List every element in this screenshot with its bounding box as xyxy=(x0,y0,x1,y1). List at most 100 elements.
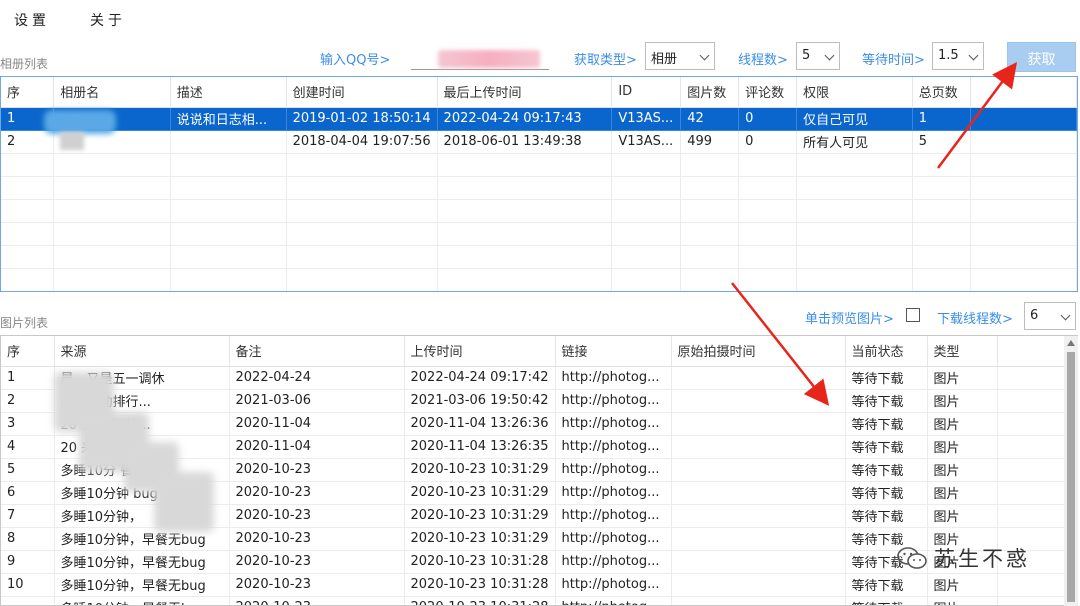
photo-row[interactable]: 多睡10分钟，早餐无bug2020-10-232020-10-23 10:31:… xyxy=(1,596,1066,605)
album-empty-cell xyxy=(1,268,55,291)
photo-cell: 5 xyxy=(1,458,55,482)
album-name-redacted xyxy=(44,110,116,134)
photo-column-header[interactable]: 序 xyxy=(1,336,55,367)
photo-column-header[interactable]: 原始拍摄时间 xyxy=(671,336,846,367)
album-empty-cell xyxy=(53,199,171,223)
album-column-header[interactable]: 图片数 xyxy=(680,77,740,108)
album-empty-cell xyxy=(912,176,971,200)
album-cell: 说说和日志相... xyxy=(170,107,287,131)
photo-cell-spacer xyxy=(997,596,1066,605)
album-table: 序相册名描述创建时间最后上传时间ID图片数评论数权限总页数 1um说说和日志相.… xyxy=(0,76,1078,292)
photo-cell: 2021-03-06 xyxy=(229,389,405,413)
preview-checkbox[interactable] xyxy=(906,308,920,322)
photo-cell-spacer xyxy=(997,435,1066,459)
threads-select[interactable]: 5 xyxy=(796,42,840,70)
photo-cell: 2020-10-23 10:31:29 xyxy=(404,458,556,482)
album-column-header[interactable]: 总页数 xyxy=(912,77,971,108)
menu-settings[interactable]: 设置 xyxy=(14,10,50,30)
photo-column-header[interactable]: 来源 xyxy=(54,336,230,367)
photo-source-redacted xyxy=(54,372,229,542)
photo-column-header[interactable]: 备注 xyxy=(229,336,405,367)
photo-cell: 2020-10-23 xyxy=(229,504,405,528)
photo-cell: 多睡10分钟，早餐无bug xyxy=(54,573,230,597)
album-column-header[interactable]: 权限 xyxy=(796,77,913,108)
photo-column-header[interactable]: 当前状态 xyxy=(845,336,928,367)
album-row[interactable]: 2 2018-04-04 19:07:56 2018-06-01 13:49:38 V… xyxy=(1,130,1077,154)
photo-cell-spacer xyxy=(997,412,1066,436)
menu-bar: 设置 关于 xyxy=(0,0,1080,38)
photo-cell: 2021-03-06 19:50:42 xyxy=(404,389,556,413)
wait-select[interactable]: 1.5 xyxy=(932,42,984,70)
photo-cell: http://photog... xyxy=(555,435,672,459)
photo-cell-spacer xyxy=(997,458,1066,482)
album-column-header[interactable]: 描述 xyxy=(170,77,287,108)
chevron-down-icon xyxy=(824,50,835,61)
scroll-up-icon[interactable] xyxy=(1067,340,1075,346)
photo-cell: 9 xyxy=(1,550,55,574)
fetch-button[interactable]: 获取 xyxy=(1007,42,1076,72)
album-empty-cell xyxy=(912,268,971,291)
album-empty-cell xyxy=(680,268,740,291)
album-empty-cell xyxy=(738,153,798,177)
album-row[interactable]: 1um说说和日志相...2019-01-02 18:50:142022-04-2… xyxy=(1,107,1077,131)
photo-cell: 图片 xyxy=(927,481,998,505)
photo-cell xyxy=(671,550,846,574)
photo-cell xyxy=(671,412,846,436)
album-name-redacted xyxy=(60,132,84,150)
album-cell: 仅自己可见 xyxy=(796,107,913,131)
photo-cell: 多睡10分钟，早餐无bug xyxy=(54,596,230,605)
scroll-thumb[interactable] xyxy=(1067,352,1075,602)
album-empty-cell xyxy=(738,199,798,223)
photo-scrollbar[interactable] xyxy=(1064,336,1078,606)
album-empty-cell xyxy=(53,222,171,246)
album-empty-row xyxy=(1,199,1077,223)
album-cell: 2018-04-04 19:07:56 xyxy=(286,130,438,154)
album-empty-cell xyxy=(1,176,55,200)
album-column-spacer xyxy=(970,77,1077,108)
photo-cell: http://photog... xyxy=(555,550,672,574)
album-empty-cell xyxy=(53,153,171,177)
download-threads-select[interactable]: 6 xyxy=(1024,302,1076,330)
album-cell: V13AS... xyxy=(611,107,682,131)
photo-cell: 2020-11-04 13:26:35 xyxy=(404,435,556,459)
album-cell: 499 xyxy=(680,130,740,154)
photo-cell: 图片 xyxy=(927,504,998,528)
album-column-header[interactable]: 最后上传时间 xyxy=(437,77,613,108)
album-empty-cell xyxy=(796,222,913,246)
album-empty-cell xyxy=(170,199,287,223)
album-empty-row xyxy=(1,153,1077,177)
photo-cell: 图片 xyxy=(927,596,998,605)
album-empty-cell xyxy=(286,245,438,269)
album-empty-cell xyxy=(170,268,287,291)
album-column-header[interactable]: 创建时间 xyxy=(286,77,438,108)
album-empty-cell xyxy=(437,153,613,177)
menu-about[interactable]: 关于 xyxy=(90,10,126,30)
threads-value: 5 xyxy=(802,48,811,63)
photo-column-header[interactable]: 链接 xyxy=(555,336,672,367)
fetch-type-select[interactable]: 相册 xyxy=(645,42,715,70)
photo-column-header[interactable]: 上传时间 xyxy=(404,336,556,367)
album-empty-row xyxy=(1,245,1077,269)
album-column-header[interactable]: 评论数 xyxy=(738,77,798,108)
album-empty-cell xyxy=(286,153,438,177)
album-empty-cell xyxy=(680,222,740,246)
album-column-header[interactable]: 序 xyxy=(1,77,55,108)
photo-cell: 2022-04-24 xyxy=(229,366,405,390)
photo-cell-spacer xyxy=(997,504,1066,528)
photo-cell: 1 xyxy=(1,366,55,390)
album-empty-cell xyxy=(738,268,798,291)
fetch-type-label: 获取类型> xyxy=(574,53,637,68)
photo-list-title: 图片列表 xyxy=(0,316,49,330)
photo-cell xyxy=(671,596,846,605)
photo-cell-spacer xyxy=(997,366,1066,390)
photo-cell: http://photog... xyxy=(555,596,672,605)
album-empty-cell xyxy=(738,245,798,269)
album-column-header[interactable]: 相册名 xyxy=(53,77,171,108)
photo-column-header[interactable]: 类型 xyxy=(927,336,998,367)
photo-cell: http://photog... xyxy=(555,389,672,413)
photo-cell: 2020-10-23 10:31:29 xyxy=(404,481,556,505)
album-header-row: 序相册名 描述 创建时间 最后上传时间 ID 图片数 评论数 权限 总页数 xyxy=(1,77,1077,108)
album-cell: 0 xyxy=(738,107,798,131)
photo-cell: 等待下载 xyxy=(845,458,928,482)
album-column-header[interactable]: ID xyxy=(611,77,682,108)
